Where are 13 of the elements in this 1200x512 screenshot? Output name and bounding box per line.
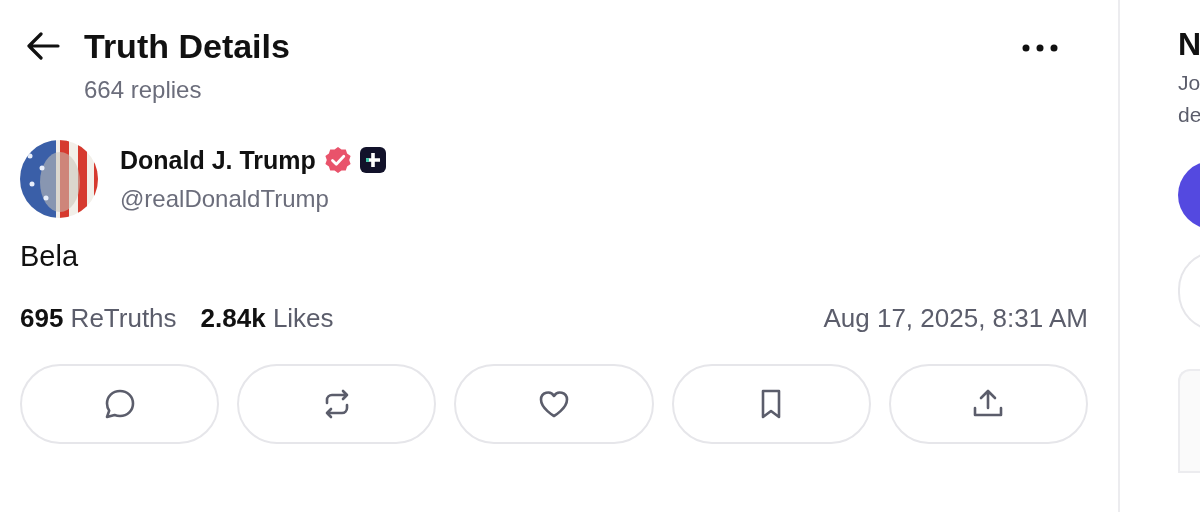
reply-count: 664 replies xyxy=(84,76,203,104)
sidebar-text: de xyxy=(1178,103,1200,127)
sidebar-title: N xyxy=(1178,26,1200,63)
page-title: Truth Details xyxy=(84,28,291,64)
author-handle[interactable]: @realDonaldTrump xyxy=(120,184,386,213)
back-icon[interactable] xyxy=(26,32,60,60)
stat-count[interactable]: 695 ReTruths xyxy=(20,303,177,334)
post-timestamp: Aug 17, 2025, 8:31 AM xyxy=(823,303,1088,334)
post-text: Bela xyxy=(20,240,80,273)
author-name[interactable]: Donald J. Trump xyxy=(120,145,316,175)
more-icon[interactable] xyxy=(1022,44,1058,52)
stat-count[interactable]: 2.84k Likes xyxy=(200,303,334,334)
sidebar-text: Jo xyxy=(1178,71,1200,95)
